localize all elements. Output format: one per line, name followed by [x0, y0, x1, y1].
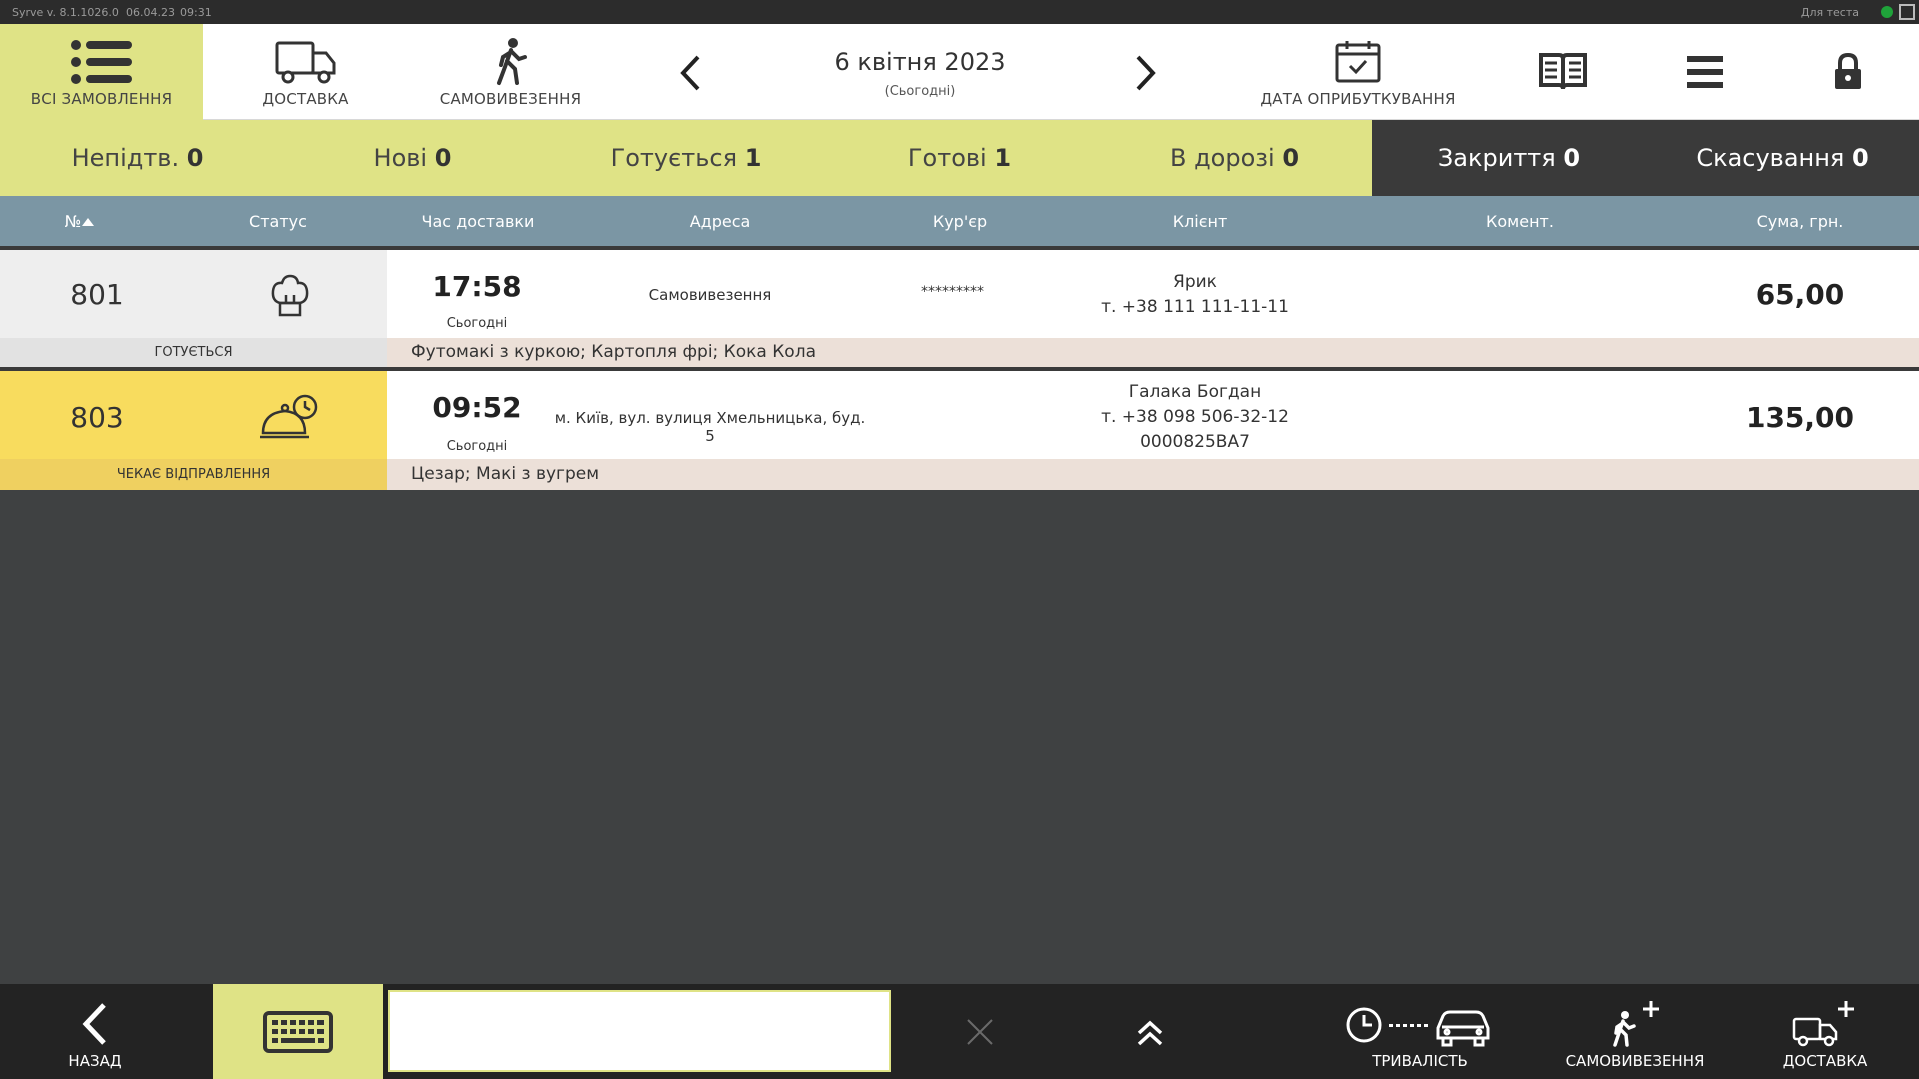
search-input[interactable]: [388, 990, 891, 1072]
clock-car-icon: [1320, 994, 1520, 1054]
order-client: Ярик т. +38 111 111-11-11: [1060, 270, 1330, 320]
lock-button[interactable]: [1776, 24, 1919, 120]
client-name: Галака Богдан: [1128, 382, 1262, 402]
order-status-label: ГОТУЄТЬСЯ: [0, 338, 387, 367]
column-client[interactable]: Клієнт: [1130, 212, 1270, 231]
client-phone: т. +38 098 506-32-12: [1101, 407, 1289, 427]
system-time: 09:31: [180, 6, 212, 19]
chevron-left-icon: [680, 55, 700, 91]
column-courier[interactable]: Кур'єр: [900, 212, 1020, 231]
all-orders-label: ВСІ ЗАМОВЛЕННЯ: [30, 90, 173, 108]
column-status[interactable]: Статус: [228, 212, 328, 231]
filter-cooking[interactable]: Готується 1: [550, 120, 822, 196]
system-bar: Syrve v. 8.1.1026.0 06.04.23 09:31 Для т…: [0, 0, 1919, 24]
client-phone: т. +38 111 111-11-11: [1101, 297, 1289, 317]
order-address: м. Київ, вул. вулиця Хмельницька, буд. 5: [554, 409, 866, 445]
calendar-check-icon: [1224, 32, 1492, 92]
back-button[interactable]: НАЗАД: [0, 984, 190, 1079]
menu-book-button[interactable]: [1492, 24, 1634, 120]
filter-unconfirmed[interactable]: Непідтв. 0: [0, 120, 275, 196]
keyboard-icon: [263, 1010, 333, 1053]
book-icon: [1492, 42, 1634, 102]
back-label: НАЗАД: [68, 1052, 122, 1070]
order-client: Галака Богдан т. +38 098 506-32-12 00008…: [1060, 380, 1330, 455]
truck-icon: [203, 32, 408, 92]
current-date: 6 квітня 2023: [834, 48, 1006, 76]
column-delivery-time[interactable]: Час доставки: [408, 212, 548, 231]
duration-button[interactable]: ТРИВАЛІСТЬ: [1320, 984, 1520, 1079]
lock-icon: [1776, 42, 1919, 102]
chef-hat-icon: [250, 268, 330, 324]
cloche-clock-icon: [250, 391, 330, 447]
scroll-top-button[interactable]: [1090, 984, 1210, 1079]
filter-closing[interactable]: Закриття 0: [1372, 120, 1646, 196]
order-number: 801: [70, 278, 124, 311]
column-sum[interactable]: Сума, грн.: [1720, 212, 1880, 231]
client-name: Ярик: [1173, 272, 1217, 292]
bottom-bar: НАЗАД ТРИВАЛІСТЬ САМОВИВЕЗЕННЯ ДОСТАВКА: [0, 984, 1919, 1079]
top-toolbar: ВСІ ЗАМОВЛЕННЯ ДОСТАВКА САМОВИВЕЗЕННЯ 6 …: [0, 24, 1919, 120]
sort-ascending-icon: [82, 218, 95, 226]
system-date: 06.04.23: [126, 6, 175, 19]
order-number: 803: [70, 401, 124, 434]
next-day-button[interactable]: [1116, 48, 1176, 98]
main-menu-button[interactable]: [1634, 24, 1776, 120]
orders-table-header: № Статус Час доставки Адреса Кур'єр Кліє…: [0, 196, 1919, 250]
walking-person-icon: [408, 32, 613, 92]
close-icon: [920, 1002, 1040, 1062]
order-items: Футомакі з куркою; Картопля фрі; Кока Ко…: [387, 338, 1919, 367]
pickup-filter-button[interactable]: САМОВИВЕЗЕННЯ: [408, 24, 613, 120]
window-toggle-icon[interactable]: [1899, 4, 1915, 20]
new-pickup-label: САМОВИВЕЗЕННЯ: [1565, 1052, 1705, 1070]
new-delivery-label: ДОСТАВКА: [1782, 1052, 1868, 1070]
order-delivery-day: Сьогодні: [446, 439, 508, 454]
client-card: 0000825BA7: [1140, 432, 1250, 452]
all-orders-button[interactable]: ВСІ ЗАМОВЛЕННЯ: [0, 24, 203, 120]
prev-day-button[interactable]: [660, 48, 720, 98]
date-selector[interactable]: 6 квітня 2023 (Сьогодні): [760, 24, 1080, 120]
new-delivery-button[interactable]: ДОСТАВКА: [1750, 984, 1900, 1079]
keyboard-button[interactable]: [213, 984, 383, 1079]
filter-new[interactable]: Нові 0: [275, 120, 550, 196]
filter-on-the-way[interactable]: В дорозі 0: [1097, 120, 1372, 196]
chevron-left-icon: [0, 994, 190, 1054]
order-row-803[interactable]: 803 ЧЕКАЄ ВІДПРАВЛЕННЯ 09:52 Сьогодні м.…: [0, 371, 1919, 490]
posting-date-button[interactable]: ДАТА ОПРИБУТКУВАННЯ: [1224, 24, 1492, 120]
column-number[interactable]: №: [40, 212, 120, 231]
column-comment[interactable]: Комент.: [1460, 212, 1580, 231]
order-courier: *********: [921, 284, 984, 300]
current-date-sub: (Сьогодні): [884, 84, 956, 99]
pickup-label: САМОВИВЕЗЕННЯ: [439, 90, 582, 108]
order-delivery-day: Сьогодні: [446, 316, 508, 331]
order-status-label: ЧЕКАЄ ВІДПРАВЛЕННЯ: [0, 459, 387, 490]
app-version: Syrve v. 8.1.1026.0: [12, 6, 119, 19]
order-items: Цезар; Макі з вугрем: [387, 459, 1919, 490]
order-row-801[interactable]: 801 ГОТУЄТЬСЯ 17:58 Сьогодні Самовивезен…: [0, 250, 1919, 367]
chevron-right-icon: [1136, 55, 1156, 91]
environment-label: Для теста: [1800, 6, 1859, 19]
duration-label: ТРИВАЛІСТЬ: [1372, 1052, 1468, 1070]
column-address[interactable]: Адреса: [640, 212, 800, 231]
double-chevron-up-icon: [1090, 1002, 1210, 1062]
hamburger-icon: [1634, 42, 1776, 102]
filter-cancelled[interactable]: Скасування 0: [1646, 120, 1919, 196]
order-address: Самовивезення: [648, 286, 772, 304]
clear-search-button[interactable]: [920, 984, 1040, 1079]
walking-person-plus-icon: [1555, 994, 1715, 1054]
connection-status-icon: [1881, 6, 1893, 18]
order-sum: 135,00: [1745, 401, 1855, 434]
status-filter-bar: Непідтв. 0 Нові 0 Готується 1 Готові 1 В…: [0, 120, 1919, 196]
posting-date-label: ДАТА ОПРИБУТКУВАННЯ: [1260, 90, 1456, 108]
order-delivery-time: 17:58: [432, 270, 522, 303]
filter-ready[interactable]: Готові 1: [822, 120, 1097, 196]
order-delivery-time: 09:52: [432, 391, 522, 424]
new-pickup-button[interactable]: САМОВИВЕЗЕННЯ: [1555, 984, 1715, 1079]
delivery-filter-button[interactable]: ДОСТАВКА: [203, 24, 408, 120]
truck-plus-icon: [1750, 994, 1900, 1054]
delivery-label: ДОСТАВКА: [262, 90, 349, 108]
list-icon: [0, 32, 203, 92]
order-sum: 65,00: [1755, 278, 1845, 311]
